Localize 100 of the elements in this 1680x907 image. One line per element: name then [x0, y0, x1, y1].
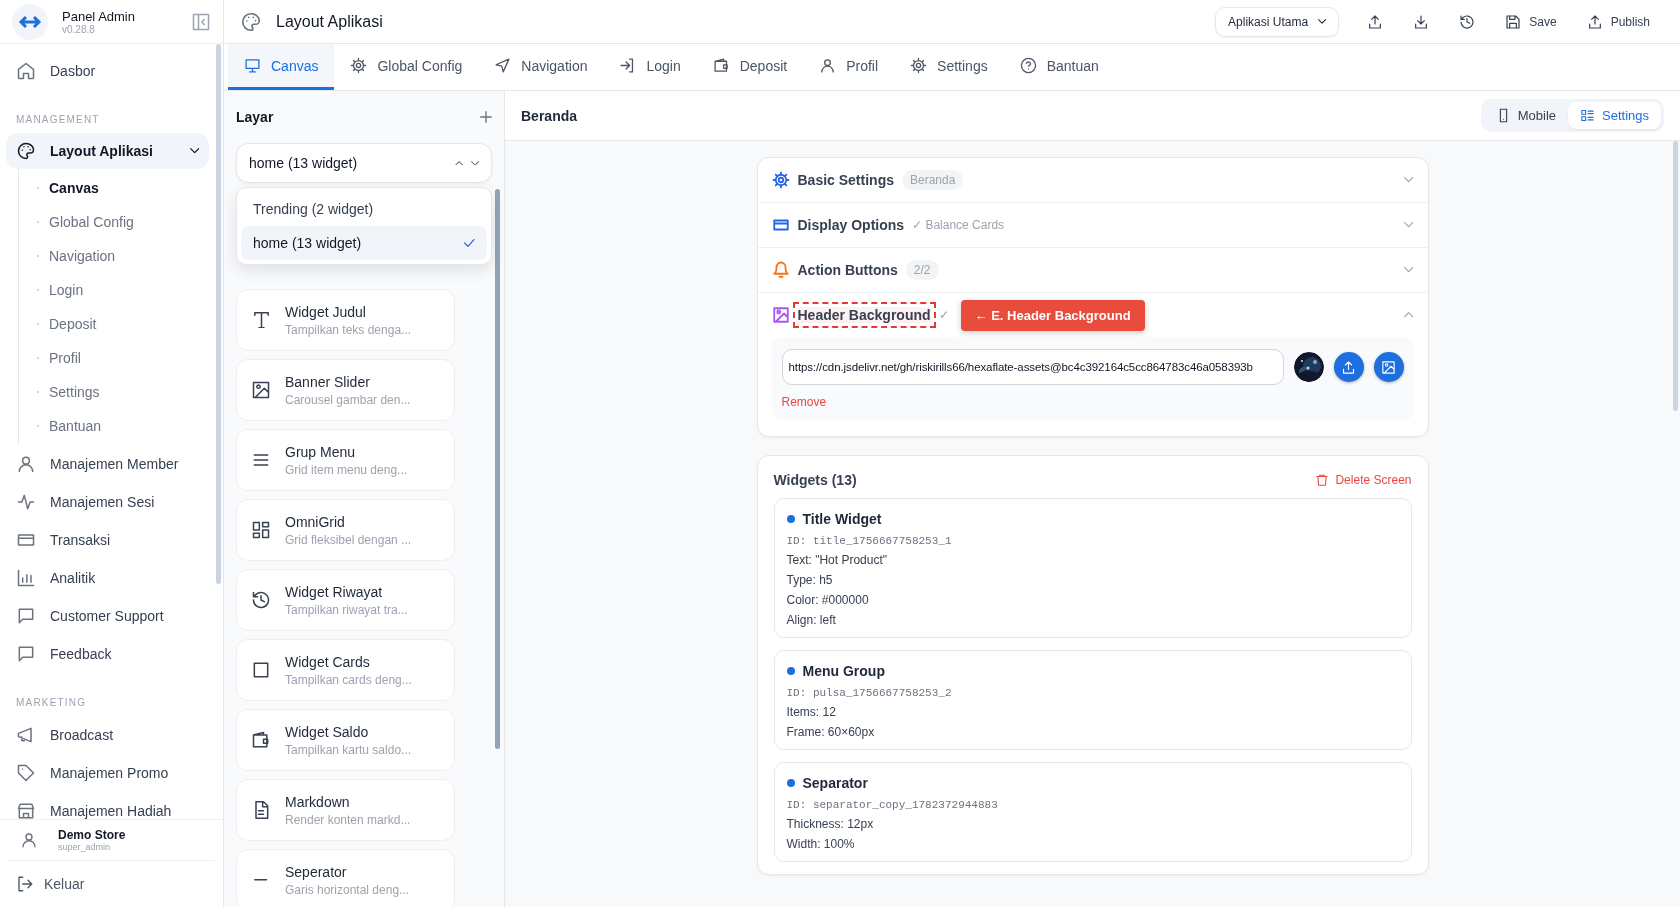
tab[interactable]: Canvas: [228, 44, 335, 90]
widget-type-description: Render konten markd...: [285, 812, 411, 827]
tab[interactable]: Navigation: [478, 44, 604, 90]
dropdown-option[interactable]: home (13 widget): [241, 226, 487, 260]
nav-item[interactable]: Dasbor: [6, 52, 209, 90]
widget-type-card[interactable]: Widget Judul Tampilkan teks denga...: [236, 289, 455, 351]
add-screen-button[interactable]: [480, 111, 492, 123]
app-name: Panel Admin: [62, 8, 136, 24]
chevron-down-icon: [1318, 19, 1327, 24]
check-icon: [464, 239, 475, 247]
tab[interactable]: Login: [603, 44, 697, 90]
view-toggle-button[interactable]: Mobile: [1483, 102, 1568, 129]
tab[interactable]: Profil: [803, 44, 895, 90]
widget-property: Width: 100%: [786, 837, 856, 851]
section-title[interactable]: Basic Settings: [797, 172, 894, 188]
upload-button[interactable]: [1333, 352, 1364, 382]
widget-card[interactable]: Title Widget ID: title_1756667758253_1 Text: "Hot Product" Type: h5 Color: #000000 Align: left: [773, 498, 1412, 638]
nav-item[interactable]: Customer Support: [6, 597, 209, 635]
nav-item[interactable]: Layout Aplikasi: [6, 133, 209, 169]
page-title: Layout Aplikasi: [276, 12, 383, 31]
nav-subitem[interactable]: Login: [19, 273, 209, 307]
nav-item[interactable]: Broadcast: [6, 716, 209, 754]
nav-subitem[interactable]: Navigation: [19, 239, 209, 273]
collapse-panel-icon[interactable]: [191, 11, 211, 32]
widget-type-description: Garis horizontal deng...: [285, 882, 410, 897]
widget-type-card[interactable]: OmniGrid Grid fleksibel dengan ...: [236, 499, 455, 561]
widget-type-name: Grup Menu: [285, 443, 357, 460]
screen-name: Beranda: [521, 107, 578, 124]
tab[interactable]: Deposit: [696, 44, 804, 90]
trash-icon: [1315, 473, 1330, 487]
section-label: MANAGEMENT: [15, 113, 101, 127]
scrollbar[interactable]: [216, 44, 221, 584]
history-icon: [251, 590, 271, 610]
toolbar-button[interactable]: Save: [1495, 7, 1567, 36]
view-toggle-button[interactable]: Settings: [1568, 102, 1661, 129]
section-title[interactable]: Action Buttons: [797, 262, 898, 278]
download-icon: [1413, 13, 1430, 30]
nav-item[interactable]: Transaksi: [6, 521, 209, 559]
widget-type-card[interactable]: Grup Menu Grid item menu deng...: [236, 429, 455, 491]
section-badge: Beranda: [902, 170, 964, 190]
user-icon: [819, 57, 837, 74]
dropdown-option[interactable]: Trending (2 widget): [241, 192, 487, 226]
widget-type-card[interactable]: Seperator Garis horizontal deng...: [236, 849, 455, 907]
minus-icon: [254, 878, 268, 882]
nav-item[interactable]: Manajemen Member: [6, 445, 209, 483]
url-field[interactable]: https://cdn.jsdelivr.net/gh/riskirills66/hexaflate-assets@bc4c392164c5cc864783c46a058393b: [781, 349, 1284, 385]
widget-title: Menu Group: [802, 663, 885, 679]
delete-screen-button[interactable]: Delete Screen: [1315, 473, 1412, 487]
nav-item[interactable]: Feedback: [6, 635, 209, 673]
scrollbar[interactable]: [1673, 141, 1678, 411]
nav-subitem[interactable]: Canvas: [19, 171, 209, 205]
widget-type-description: Grid item menu deng...: [285, 462, 408, 477]
nav-item[interactable]: Manajemen Sesi: [6, 483, 209, 521]
widget-type-card[interactable]: Markdown Render konten markd...: [236, 779, 455, 841]
screen-dropdown[interactable]: home (13 widget): [236, 143, 492, 183]
nav-subitem[interactable]: Bantuan: [19, 409, 209, 443]
dot-icon: [786, 779, 795, 787]
widget-property: Color: #000000: [786, 593, 870, 607]
letter-t-icon: [253, 311, 269, 329]
logout-button[interactable]: Keluar: [8, 860, 215, 907]
nav-item[interactable]: Manajemen Promo: [6, 754, 209, 792]
widget-type-card[interactable]: Widget Riwayat Tampilkan riwayat tra...: [236, 569, 455, 631]
widget-type-name: Widget Judul: [285, 303, 367, 320]
tab[interactable]: Global Config: [334, 44, 479, 90]
nav-item[interactable]: Manajemen Hadiah: [6, 792, 209, 819]
widget-type-card[interactable]: Banner Slider Carousel gambar den...: [236, 359, 455, 421]
widget-id: ID: separator_copy_1782372944883: [786, 799, 999, 811]
widget-property: Thickness: 12px: [786, 817, 875, 831]
widget-card[interactable]: Menu Group ID: pulsa_1756667758253_2 Items: 12 Frame: 60×60px: [773, 650, 1412, 750]
remove-link[interactable]: Remove: [781, 395, 827, 409]
nav-subitem[interactable]: Global Config: [19, 205, 209, 239]
toolbar-button[interactable]: Publish: [1576, 7, 1660, 36]
widget-property: Items: 12: [786, 705, 837, 719]
user-icon: [20, 831, 38, 849]
chevron-up-icon[interactable]: [1404, 312, 1414, 318]
annotation-callout: ← E. Header Background: [960, 299, 1145, 331]
upload-icon: [1341, 359, 1356, 375]
section-title[interactable]: Display Options: [797, 217, 905, 233]
chevron-down-icon[interactable]: [189, 148, 199, 154]
widget-type-name: Markdown: [285, 793, 351, 810]
nav-subitem[interactable]: Settings: [19, 375, 209, 409]
store-icon: [16, 801, 36, 819]
palette-icon: [16, 141, 36, 161]
scrollbar[interactable]: [495, 189, 500, 749]
widget-type-card[interactable]: Widget Cards Tampilkan cards deng...: [236, 639, 455, 701]
image-picker-button[interactable]: [1373, 352, 1404, 382]
nav-subitem[interactable]: Deposit: [19, 307, 209, 341]
tab[interactable]: Bantuan: [1003, 44, 1115, 90]
list-icon: [1580, 108, 1595, 123]
widget-card[interactable]: Separator ID: separator_copy_1782372944883 Thickness: 12px Width: 100%: [773, 762, 1412, 862]
widget-title: Title Widget: [802, 511, 882, 527]
app-dropdown[interactable]: Aplikasi Utama: [1215, 6, 1340, 37]
widget-type-card[interactable]: Widget Saldo Tampilkan kartu saldo...: [236, 709, 455, 771]
paper-plane-icon: [494, 57, 512, 74]
nav-item[interactable]: Analitik: [6, 559, 209, 597]
widget-property: Type: h5: [786, 573, 834, 587]
speech-bubble-icon: [16, 644, 36, 664]
widget-property: Text: "Hot Product": [786, 553, 889, 567]
tab[interactable]: Settings: [894, 44, 1004, 90]
nav-subitem[interactable]: Profil: [19, 341, 209, 375]
